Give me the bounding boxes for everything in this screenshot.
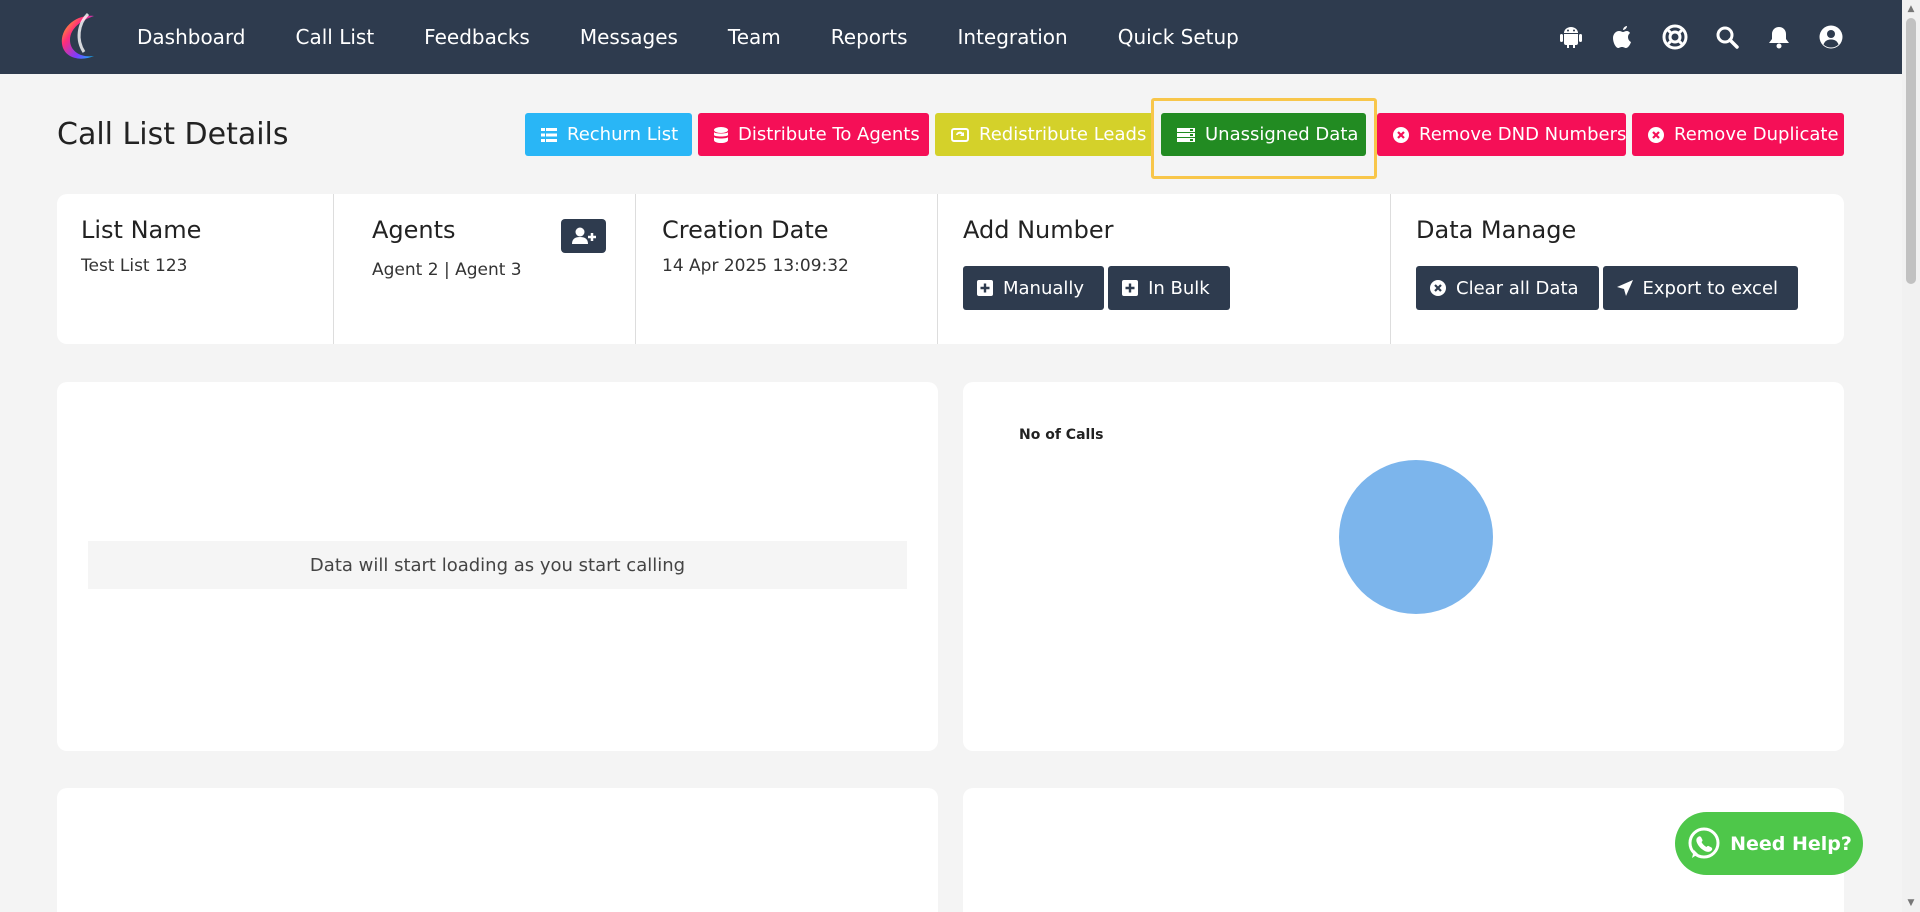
clear-all-data-button[interactable]: Clear all Data [1416, 266, 1599, 310]
rechurn-list-button[interactable]: Rechurn List [525, 113, 692, 156]
nav-item-messages[interactable]: Messages [555, 25, 703, 49]
list-name-value: Test List 123 [81, 256, 188, 276]
pie-slice[interactable] [1339, 460, 1493, 614]
need-help-label: Need Help? [1730, 832, 1852, 855]
redistribute-leads-label: Redistribute Leads [979, 124, 1147, 145]
add-number-title: Add Number [963, 216, 1114, 244]
list-info-card: List Name Test List 123 Agents Agent 2 |… [57, 194, 1844, 344]
user-plus-icon [571, 227, 596, 244]
distribute-to-agents-button[interactable]: Distribute To Agents [698, 113, 929, 156]
add-in-bulk-label: In Bulk [1148, 277, 1210, 299]
scroll-down-arrow-icon[interactable]: ▼ [1906, 898, 1916, 908]
bottom-left-panel [57, 788, 938, 912]
scroll-up-arrow-icon[interactable]: ▲ [1906, 4, 1916, 14]
nav-item-dashboard[interactable]: Dashboard [112, 25, 271, 49]
distribute-to-agents-label: Distribute To Agents [738, 124, 920, 145]
support-icon[interactable] [1662, 24, 1688, 50]
close-circle-icon [1393, 126, 1409, 143]
nav-item-team[interactable]: Team [703, 25, 806, 49]
scroll-thumb[interactable] [1906, 18, 1916, 284]
refresh-icon [951, 127, 969, 142]
server-icon [1177, 127, 1195, 142]
creation-date-title: Creation Date [662, 216, 829, 244]
add-manually-label: Manually [1003, 277, 1085, 299]
add-agent-button[interactable] [561, 219, 606, 253]
nav-item-feedbacks[interactable]: Feedbacks [399, 25, 555, 49]
android-icon[interactable] [1558, 24, 1584, 50]
data-manage-buttons: Clear all Data Export to excel [1416, 266, 1820, 310]
plus-square-icon [1122, 280, 1139, 296]
list-name-title: List Name [81, 216, 202, 244]
bell-icon[interactable] [1766, 24, 1792, 50]
data-manage-cell: Data Manage Clear all Data Export to exc… [1391, 194, 1844, 344]
creation-date-value: 14 Apr 2025 13:09:32 [662, 256, 849, 276]
export-to-excel-label: Export to excel [1642, 277, 1779, 299]
send-icon [1616, 280, 1633, 296]
app-logo[interactable] [54, 10, 108, 64]
need-help-button[interactable]: Need Help? [1675, 812, 1863, 875]
nav-item-quick-setup[interactable]: Quick Setup [1093, 25, 1264, 49]
nav-item-integration[interactable]: Integration [933, 25, 1093, 49]
add-manually-button[interactable]: Manually [963, 266, 1105, 310]
main-nav: Dashboard Call List Feedbacks Messages T… [112, 0, 1264, 74]
agents-value: Agent 2 | Agent 3 [372, 260, 522, 280]
unassigned-data-button[interactable]: Unassigned Data [1161, 113, 1366, 156]
remove-duplicate-button[interactable]: Remove Duplicate [1632, 113, 1844, 156]
remove-duplicate-label: Remove Duplicate [1674, 124, 1839, 145]
nav-item-reports[interactable]: Reports [806, 25, 933, 49]
close-circle-icon [1430, 280, 1446, 296]
data-manage-title: Data Manage [1416, 216, 1577, 244]
creation-date-cell: Creation Date 14 Apr 2025 13:09:32 [636, 194, 938, 344]
redistribute-leads-button[interactable]: Redistribute Leads [935, 113, 1154, 156]
nav-item-call-list[interactable]: Call List [271, 25, 400, 49]
page-title: Call List Details [57, 117, 289, 152]
page-scrollbar[interactable]: ▲ ▼ [1902, 0, 1920, 912]
search-icon[interactable] [1714, 24, 1740, 50]
apple-icon[interactable] [1610, 24, 1636, 50]
plus-square-icon [977, 280, 993, 296]
database-icon [714, 126, 728, 143]
nav-icon-group [1558, 0, 1844, 74]
unassigned-data-label: Unassigned Data [1205, 124, 1359, 145]
clear-all-data-label: Clear all Data [1456, 277, 1579, 299]
add-in-bulk-button[interactable]: In Bulk [1108, 266, 1230, 310]
rechurn-list-label: Rechurn List [567, 124, 679, 145]
user-circle-icon[interactable] [1818, 24, 1844, 50]
add-number-cell: Add Number Manually In Bulk [938, 194, 1391, 344]
list-name-cell: List Name Test List 123 [57, 194, 334, 344]
export-to-excel-button[interactable]: Export to excel [1602, 266, 1799, 310]
agents-cell: Agents Agent 2 | Agent 3 [334, 194, 636, 344]
add-number-buttons: Manually In Bulk [963, 266, 1366, 310]
empty-data-message: Data will start loading as you start cal… [88, 541, 907, 589]
remove-dnd-numbers-button[interactable]: Remove DND Numbers [1377, 113, 1626, 156]
call-data-panel: Data will start loading as you start cal… [57, 382, 938, 751]
close-circle-icon [1648, 126, 1664, 143]
remove-dnd-numbers-label: Remove DND Numbers [1419, 124, 1627, 145]
top-navbar: Dashboard Call List Feedbacks Messages T… [0, 0, 1902, 74]
whatsapp-icon [1688, 827, 1720, 858]
calls-pie-chart [1339, 460, 1493, 614]
list-icon [541, 127, 557, 142]
calls-chart-panel: No of Calls [963, 382, 1844, 751]
